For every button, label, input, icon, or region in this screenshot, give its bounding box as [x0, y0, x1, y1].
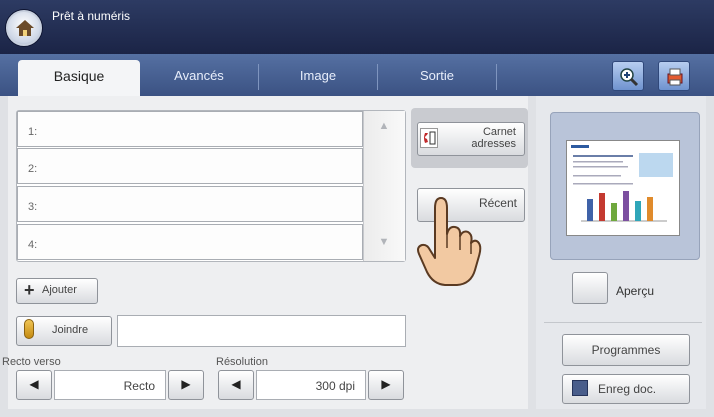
destination-row-1[interactable]: 1:: [17, 111, 363, 147]
save-document-label: Enreg doc.: [598, 382, 657, 396]
left-arrow-icon: ◀: [29, 377, 39, 391]
tab-avances[interactable]: Avancés: [140, 62, 258, 96]
preview-checkbox[interactable]: [572, 272, 608, 304]
address-book-label: Carnet adresses: [471, 126, 516, 150]
divider: [544, 322, 702, 323]
tab-basique[interactable]: Basique: [18, 60, 140, 96]
left-arrow-icon: ◀: [231, 377, 241, 391]
add-label: Ajouter: [42, 284, 77, 296]
attach-label: Joindre: [52, 324, 89, 336]
zoom-in-button[interactable]: [612, 61, 644, 91]
scroll-down-icon[interactable]: ▼: [374, 236, 394, 250]
duplex-label: Recto verso: [2, 356, 61, 368]
tab-image[interactable]: Image: [259, 62, 377, 96]
duplex-next-button[interactable]: ▶: [168, 370, 204, 400]
hand-pointer-icon: [415, 190, 485, 295]
resolution-value: 300 dpi: [256, 370, 366, 400]
destination-label: 3:: [28, 201, 38, 213]
preview-label: Aperçu: [616, 284, 655, 298]
resolution-next-button[interactable]: ▶: [368, 370, 404, 400]
address-book-icon: [420, 128, 438, 148]
destination-row-4[interactable]: 4:: [17, 224, 363, 260]
tab-divider: [496, 64, 497, 90]
right-arrow-icon: ▶: [381, 377, 391, 391]
home-button[interactable]: [6, 10, 42, 46]
destination-row-3[interactable]: 3:: [17, 186, 363, 222]
destination-row-2[interactable]: 2:: [17, 148, 363, 184]
paperclip-icon: [24, 319, 34, 339]
attach-field[interactable]: [117, 315, 406, 347]
programs-label: Programmes: [591, 343, 661, 357]
plus-icon: +: [24, 280, 35, 300]
scroll-up-icon[interactable]: ▲: [374, 120, 394, 134]
resolution-label: Résolution: [216, 356, 268, 368]
job-status-button[interactable]: [658, 61, 690, 91]
destination-label: 2:: [28, 163, 38, 175]
resolution-prev-button[interactable]: ◀: [218, 370, 254, 400]
page-title: Prêt à numéris: [52, 9, 131, 23]
right-arrow-icon: ▶: [181, 377, 191, 391]
tab-sortie[interactable]: Sortie: [378, 62, 496, 96]
duplex-prev-button[interactable]: ◀: [16, 370, 52, 400]
duplex-value: Recto: [54, 370, 166, 400]
zoom-in-icon: [620, 68, 639, 87]
destination-label: 1:: [28, 126, 38, 138]
preview-thumbnail: [566, 140, 680, 236]
home-icon: [16, 20, 34, 36]
floppy-disk-icon: [572, 380, 588, 396]
destination-label: 4:: [28, 239, 38, 251]
job-status-icon: [667, 68, 683, 86]
